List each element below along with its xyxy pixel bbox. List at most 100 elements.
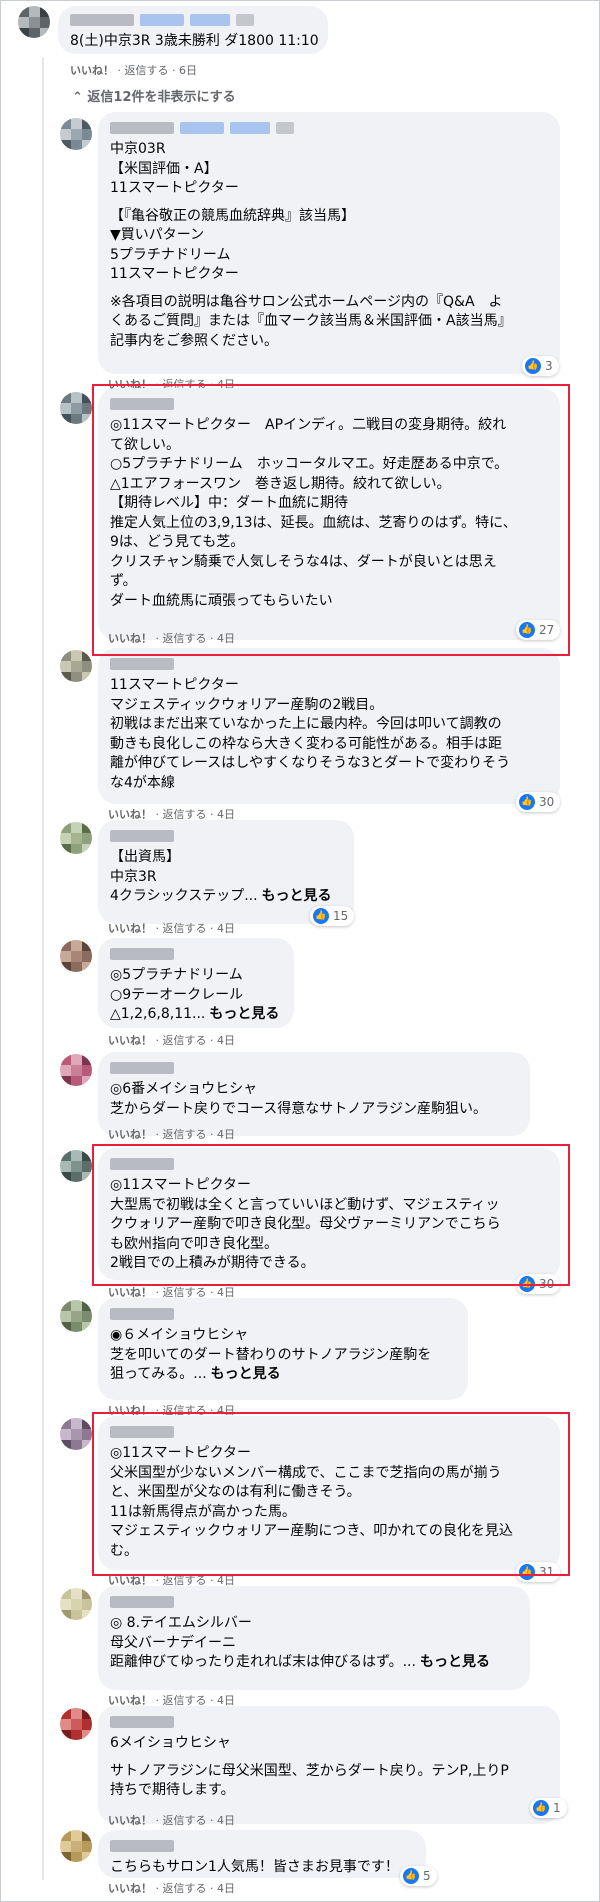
- like-link[interactable]: いいね！: [108, 1814, 152, 1827]
- tag-blur: [190, 14, 230, 26]
- like-count-badge[interactable]: 👍 15: [310, 906, 355, 926]
- comment-line-text: ▼買いパターン: [110, 227, 205, 243]
- avatar[interactable]: [60, 650, 92, 682]
- highlight-box: [92, 1144, 570, 1286]
- comment-line-text: サトノアラジンに母父米国型、芝からダート戻り。テンP,上りP: [110, 1762, 509, 1779]
- tag-blur: [236, 14, 254, 26]
- like-link[interactable]: いいね！: [108, 1882, 152, 1895]
- commenter-name[interactable]: [110, 658, 548, 670]
- comment-bubble: こちらもサロン1人気馬！皆さまお見事です！: [98, 1830, 426, 1878]
- comment-time[interactable]: 4日: [217, 1814, 235, 1827]
- comment-actions: いいね！ · 返信する · 4日: [108, 1880, 235, 1896]
- like-link[interactable]: いいね！: [108, 1128, 152, 1141]
- like-count: 1: [553, 1801, 561, 1815]
- comment-line: 動きも良化しこの枠なら大きく変わる可能性がある。相手は距: [110, 735, 548, 755]
- comment-line: 持ちで期待します。: [110, 1781, 548, 1801]
- comment-time[interactable]: 4日: [217, 1882, 235, 1895]
- comment-time[interactable]: 6日: [179, 64, 197, 77]
- avatar[interactable]: [60, 1300, 92, 1332]
- see-more-link[interactable]: もっと見る: [211, 1366, 281, 1382]
- reply-link[interactable]: 返信する: [163, 1882, 207, 1895]
- comment-line-text: ◎5プラチナドリーム: [110, 967, 243, 983]
- see-more-link[interactable]: もっと見る: [262, 888, 332, 904]
- tag-blur: [140, 14, 184, 26]
- reply-link[interactable]: 返信する: [125, 64, 169, 77]
- reply-link[interactable]: 返信する: [163, 1128, 207, 1141]
- comment-bubble: 中京03R 【米国評価・A】 11スマートピクター 【『亀谷敬正の競馬血統辞典』該当馬…: [98, 112, 560, 374]
- comment-time[interactable]: 4日: [217, 922, 235, 935]
- comment-line: 【『亀谷敬正の競馬血統辞典』該当馬】: [110, 207, 548, 227]
- like-count-badge[interactable]: 👍 30: [516, 792, 561, 812]
- commenter-name[interactable]: [110, 1840, 414, 1852]
- name-blur: [110, 1596, 174, 1608]
- commenter-name[interactable]: [110, 1716, 548, 1728]
- comment-line: 【米国評価・A】: [110, 160, 548, 180]
- commenter-name[interactable]: [110, 1308, 456, 1320]
- like-count-badge[interactable]: 👍 5: [400, 1866, 437, 1886]
- comment-actions: いいね！ · 返信する · 4日: [108, 920, 235, 936]
- avatar[interactable]: [60, 1588, 92, 1620]
- comment-line-text: 動きも良化しこの枠なら大きく変わる可能性がある。相手は距: [110, 735, 502, 752]
- avatar[interactable]: [60, 118, 92, 150]
- comment-line-text: マジェスティックウォリアー産駒の2戦目。: [110, 696, 384, 713]
- commenter-name[interactable]: [110, 122, 548, 134]
- separator: ·: [152, 1034, 163, 1047]
- hide-replies-button[interactable]: ⌃ 返信12件を非表示にする: [72, 86, 236, 105]
- separator: ·: [206, 922, 217, 935]
- commenter-name[interactable]: [110, 1062, 518, 1074]
- avatar[interactable]: [60, 940, 92, 972]
- separator: ·: [206, 1882, 217, 1895]
- avatar[interactable]: [60, 1418, 92, 1450]
- like-link[interactable]: いいね！: [108, 922, 152, 935]
- thumbs-up-icon: 👍: [313, 908, 329, 924]
- tag-blur: [230, 122, 270, 134]
- comment-line-text: 11スマートピクター: [110, 266, 239, 282]
- see-more-link[interactable]: もっと見る: [209, 1006, 279, 1022]
- comment-line: 母父バーナデイーニ: [110, 1634, 518, 1654]
- avatar[interactable]: [60, 1150, 92, 1182]
- comment-time[interactable]: 4日: [217, 1128, 235, 1141]
- comment-line-text: ◎6番メイショウヒシャ: [110, 1081, 258, 1097]
- comment-line-text: 初戦はまだ出来ていなかった上に最内枠。今回は叩いて調教の: [110, 716, 502, 732]
- name-blur: [110, 1716, 174, 1728]
- commenter-name[interactable]: [110, 830, 342, 842]
- like-count-badge[interactable]: 👍 1: [530, 1798, 567, 1818]
- chevron-up-icon: ⌃: [72, 90, 88, 105]
- comment-actions: いいね！ · 返信する · 6日: [70, 62, 197, 78]
- reply-link[interactable]: 返信する: [163, 1034, 207, 1047]
- comment-line: こちらもサロン1人気馬！皆さまお見事です！: [110, 1858, 414, 1878]
- comment-line-text: な4が本線: [110, 774, 175, 791]
- comment-time[interactable]: 4日: [217, 1034, 235, 1047]
- hide-replies-label: 返信12件を非表示にする: [87, 90, 236, 105]
- comment-line: △1,2,6,8,11... もっと見る: [110, 1005, 282, 1025]
- comment-line: ◎5プラチナドリーム: [110, 966, 282, 986]
- comment-line: 中京3R: [110, 868, 342, 888]
- commenter-name[interactable]: [110, 948, 282, 960]
- comment-body: 中京03R 【米国評価・A】 11スマートピクター 【『亀谷敬正の競馬血統辞典』該当馬…: [110, 140, 548, 351]
- comment-body: ◉６メイショウヒシャ 芝を叩いてのダート替わりのサトノアラジン産駒を 狙ってみる。.…: [110, 1326, 456, 1385]
- comment-line-text: 離が伸びてレースはしやすくなりそうな3とダートで変わりそう: [110, 755, 511, 771]
- comment-line-text: 持ちで期待します。: [110, 1782, 235, 1798]
- like-count: 5: [423, 1869, 431, 1883]
- avatar[interactable]: [60, 822, 92, 854]
- reply-link[interactable]: 返信する: [163, 922, 207, 935]
- commenter-name[interactable]: [110, 1596, 518, 1608]
- like-link[interactable]: いいね！: [108, 1034, 152, 1047]
- commenter-name[interactable]: [70, 14, 316, 26]
- comment-line: 記事内をご参照ください。: [110, 332, 548, 352]
- comment-bubble: ◎6番メイショウヒシャ 芝からダート戻りでコース得意なサトノアラジン産駒狙い。: [98, 1052, 530, 1136]
- comment-line-text: 中京03R: [110, 141, 166, 157]
- avatar[interactable]: [60, 1054, 92, 1086]
- like-count-badge[interactable]: 👍 3: [522, 356, 559, 376]
- see-more-link[interactable]: もっと見る: [420, 1654, 490, 1670]
- avatar[interactable]: [60, 1708, 92, 1740]
- like-count: 3: [545, 359, 553, 373]
- comment-line-text: 4クラシックステップ...: [110, 888, 258, 904]
- reply-link[interactable]: 返信する: [163, 1814, 207, 1827]
- avatar[interactable]: [18, 6, 50, 38]
- avatar[interactable]: [60, 1830, 92, 1862]
- avatar[interactable]: [60, 392, 92, 424]
- highlight-box: [92, 1412, 570, 1576]
- like-link[interactable]: いいね！: [70, 64, 114, 77]
- comment-line: 中京03R: [110, 140, 548, 160]
